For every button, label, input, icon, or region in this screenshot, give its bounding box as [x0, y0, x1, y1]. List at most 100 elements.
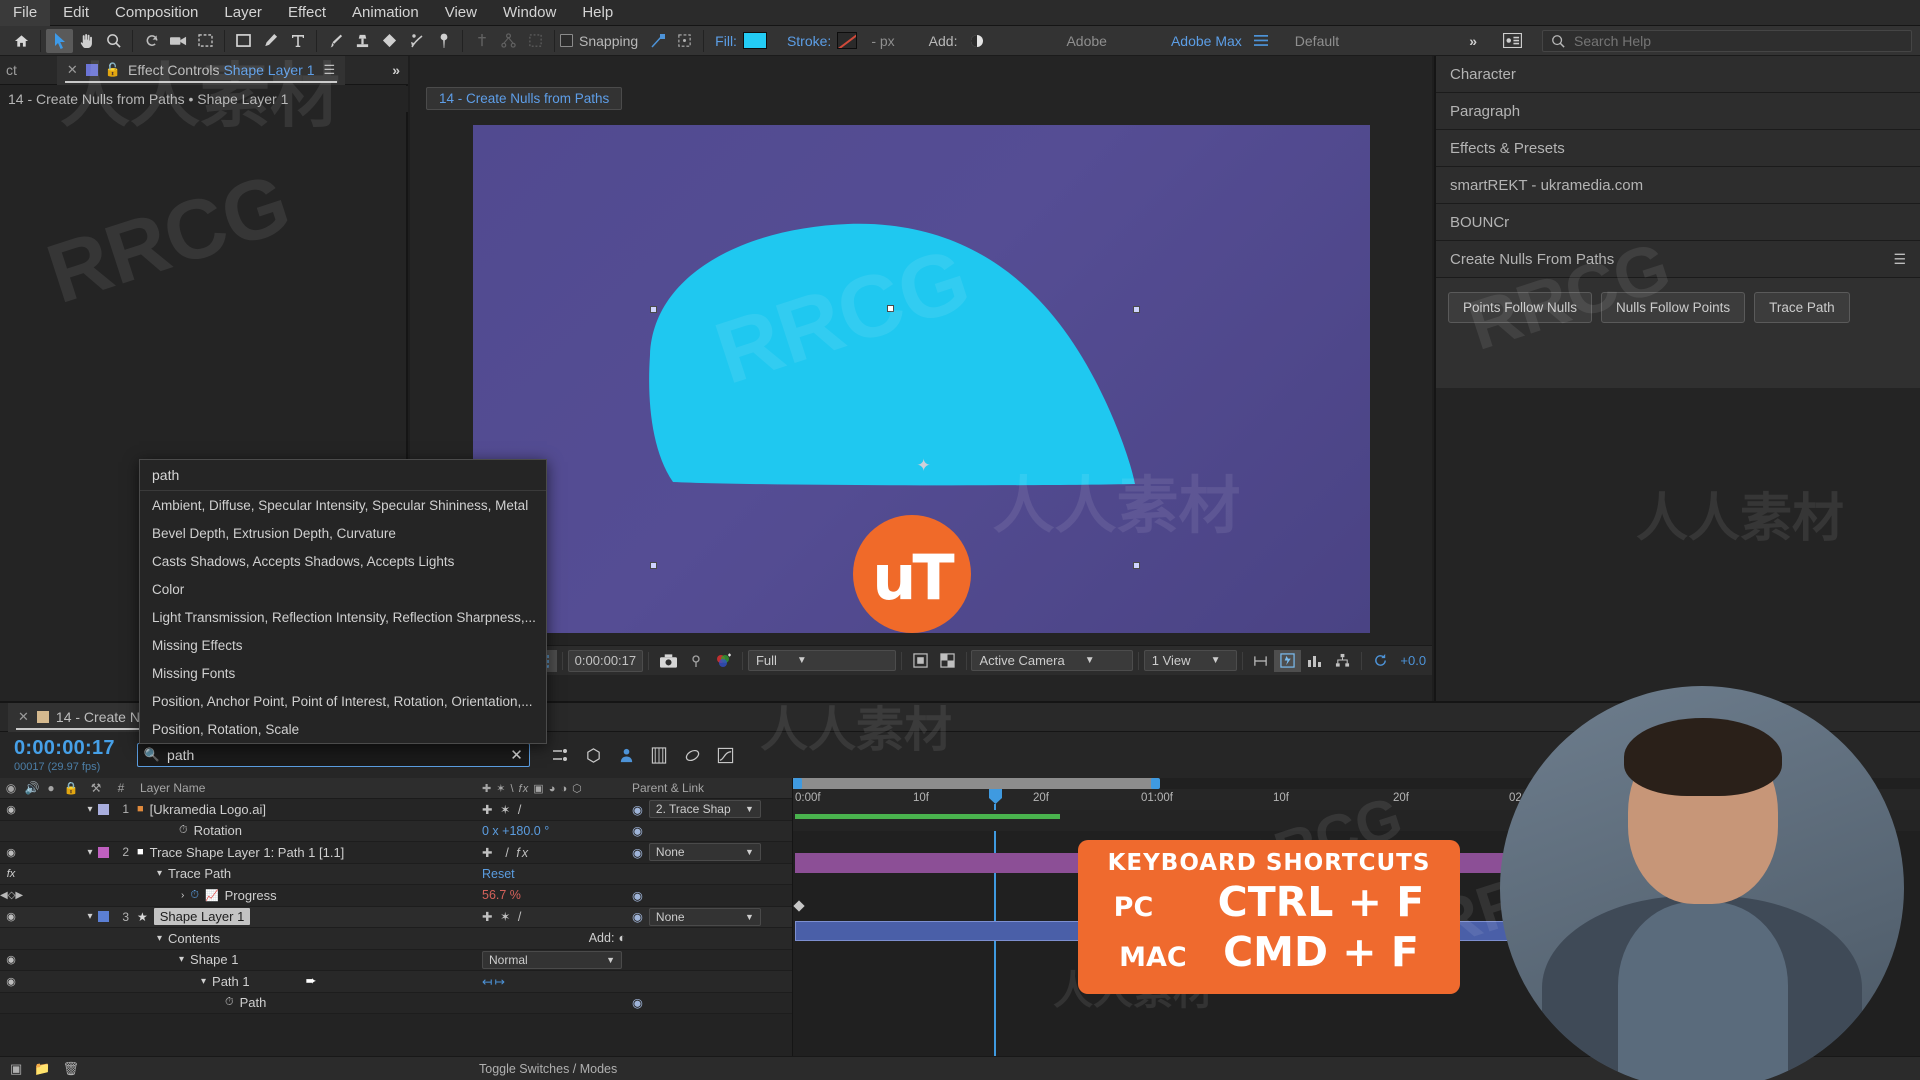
- lock-icon[interactable]: 🔓: [105, 62, 121, 78]
- suggestion-item[interactable]: Casts Shadows, Accepts Shadows, Accepts …: [140, 547, 546, 575]
- toggle-mask-icon[interactable]: [907, 650, 934, 672]
- project-tab-truncated[interactable]: ct: [6, 62, 17, 78]
- property-value[interactable]: 0 x +180.0 °: [482, 824, 632, 838]
- stopwatch-icon[interactable]: ⏱: [190, 889, 199, 902]
- workspace-adobe[interactable]: Adobe: [1060, 33, 1112, 49]
- clone-stamp-icon[interactable]: [349, 29, 376, 53]
- suggestion-item[interactable]: Ambient, Diffuse, Specular Intensity, Sp…: [140, 491, 546, 519]
- table-row[interactable]: ⏱ Rotation 0 x +180.0 ° ◉: [0, 820, 792, 842]
- suggestion-item[interactable]: Missing Fonts: [140, 659, 546, 687]
- work-area-bar[interactable]: [793, 778, 1158, 789]
- expand-chevron-icon[interactable]: ▾: [82, 804, 98, 815]
- exposure-value[interactable]: +0.0: [1394, 650, 1432, 672]
- workspace-overflow-icon[interactable]: »: [1469, 33, 1477, 49]
- stroke-label[interactable]: Stroke:: [781, 33, 837, 49]
- new-folder-icon[interactable]: 📁: [34, 1061, 50, 1077]
- close-icon[interactable]: ✕: [67, 62, 78, 78]
- keyframe-nav[interactable]: ◀◇▶: [0, 890, 23, 901]
- expand-chevron-icon[interactable]: ▾: [157, 868, 162, 879]
- stopwatch-icon[interactable]: ⏱: [179, 824, 188, 837]
- panel-effects-presets[interactable]: Effects & Presets: [1436, 130, 1920, 167]
- suggestion-item[interactable]: Bevel Depth, Extrusion Depth, Curvature: [140, 519, 546, 547]
- fast-previews-icon[interactable]: [1274, 649, 1302, 672]
- visibility-toggle[interactable]: ◉: [0, 975, 22, 988]
- menu-edit[interactable]: Edit: [50, 0, 102, 26]
- workspace-default[interactable]: Default: [1289, 33, 1345, 49]
- parent-link-header[interactable]: Parent & Link: [632, 781, 792, 795]
- graph-editor-icon[interactable]: [709, 742, 742, 768]
- draft-3d-icon[interactable]: [577, 742, 610, 768]
- suggestion-item[interactable]: Missing Effects: [140, 631, 546, 659]
- blend-mode-dropdown[interactable]: Normal ▼: [482, 950, 622, 969]
- workspace-menu-icon[interactable]: [1248, 29, 1275, 53]
- panel-smartrekt[interactable]: smartREKT - ukramedia.com: [1436, 167, 1920, 204]
- brush-icon[interactable]: [322, 29, 349, 53]
- puppet-pin-icon[interactable]: [430, 29, 457, 53]
- free-transform-icon[interactable]: [522, 29, 549, 53]
- effect-name[interactable]: Trace Path: [168, 866, 231, 881]
- suggestion-item[interactable]: Light Transmission, Reflection Intensity…: [140, 603, 546, 631]
- layer-name-header[interactable]: Layer Name: [132, 781, 482, 795]
- toggle-switches-modes-button[interactable]: Toggle Switches / Modes: [479, 1062, 617, 1076]
- selection-handle[interactable]: [649, 305, 657, 313]
- view-layout-dropdown[interactable]: 1 View ▼: [1143, 650, 1237, 671]
- transparency-grid-icon[interactable]: [934, 650, 961, 672]
- parent-pickwhip-icon[interactable]: ◉: [632, 995, 643, 1010]
- clear-search-icon[interactable]: ✕: [510, 746, 523, 764]
- keyframe-diamond[interactable]: [793, 900, 805, 912]
- parent-pickwhip-icon[interactable]: ◉: [632, 888, 643, 903]
- suggestion-item[interactable]: Color: [140, 575, 546, 603]
- menu-file[interactable]: File: [0, 0, 51, 26]
- snapshot-icon[interactable]: [654, 650, 683, 672]
- panel-menu-icon[interactable]: ☰: [324, 62, 336, 78]
- current-time-display[interactable]: 0:00:00:17: [14, 737, 115, 760]
- layer-color-chip[interactable]: [98, 846, 109, 858]
- expand-chevron-icon[interactable]: ▾: [157, 933, 162, 944]
- panel-character[interactable]: Character: [1436, 56, 1920, 93]
- path-vertex-handle[interactable]: [886, 304, 894, 312]
- table-row[interactable]: ◉ ▾ Shape 1 Normal ▼: [0, 949, 792, 971]
- show-snapshot-icon[interactable]: [683, 650, 709, 672]
- timeline-search-field[interactable]: 🔍 path ✕: [136, 743, 530, 767]
- eraser-icon[interactable]: [376, 29, 403, 53]
- graph-nodes-icon[interactable]: [495, 29, 522, 53]
- search-suggestions-popup[interactable]: path Ambient, Diffuse, Specular Intensit…: [139, 459, 547, 744]
- table-row[interactable]: ⏱ Path ◉: [0, 992, 792, 1014]
- timeline-chart-icon[interactable]: [1301, 650, 1329, 672]
- text-icon[interactable]: [284, 29, 311, 53]
- panel-create-nulls-from-paths[interactable]: Create Nulls From Paths ☰: [1436, 241, 1920, 278]
- suggestion-item[interactable]: Position, Rotation, Scale: [140, 715, 546, 743]
- effect-reset-link[interactable]: Reset: [482, 867, 632, 881]
- snap-vector-icon[interactable]: [644, 29, 671, 53]
- hamburger-icon[interactable]: ☰: [1893, 251, 1906, 268]
- property-name[interactable]: Progress: [225, 888, 277, 903]
- nulls-follow-points-button[interactable]: Nulls Follow Points: [1601, 292, 1746, 323]
- parent-dropdown[interactable]: None ▼: [648, 907, 761, 926]
- layer-switches[interactable]: ✚ ✶ /: [482, 802, 632, 817]
- shape-layer-blob[interactable]: [643, 220, 1143, 495]
- property-name[interactable]: Path: [240, 995, 267, 1010]
- close-icon[interactable]: ✕: [18, 709, 29, 725]
- home-icon[interactable]: [8, 29, 35, 53]
- layer-name[interactable]: [Ukramedia Logo.ai]: [150, 802, 266, 817]
- layer-bar-green[interactable]: [795, 814, 1060, 819]
- viewer-timecode[interactable]: 0:00:00:17: [567, 649, 644, 672]
- suggestion-item[interactable]: Position, Anchor Point, Point of Interes…: [140, 687, 546, 715]
- video-toggle[interactable]: ◉: [0, 803, 22, 816]
- layer-name[interactable]: Trace Shape Layer 1: Path 1 [1.1]: [150, 845, 345, 860]
- effect-fx-icon[interactable]: fx: [0, 868, 22, 880]
- tab-effect-controls[interactable]: ✕ 🔓 Effect Controls Shape Layer 1 ☰: [56, 55, 346, 85]
- menu-animation[interactable]: Animation: [339, 0, 432, 26]
- delete-icon[interactable]: 🗑: [62, 1061, 79, 1077]
- roto-brush-icon[interactable]: [403, 29, 430, 53]
- menu-composition[interactable]: Composition: [102, 0, 211, 26]
- parent-pickwhip-icon[interactable]: ◉: [632, 823, 643, 838]
- panel-bouncr[interactable]: BOUNCr: [1436, 204, 1920, 241]
- group-name[interactable]: Contents: [168, 931, 220, 946]
- layer-color-chip[interactable]: [98, 911, 109, 923]
- zoom-icon[interactable]: [100, 29, 127, 53]
- video-toggle[interactable]: ◉: [0, 846, 22, 859]
- menu-effect[interactable]: Effect: [275, 0, 339, 26]
- resolution-dropdown[interactable]: Full ▼: [747, 650, 896, 671]
- effect-controls-overflow-icon[interactable]: »: [392, 62, 400, 78]
